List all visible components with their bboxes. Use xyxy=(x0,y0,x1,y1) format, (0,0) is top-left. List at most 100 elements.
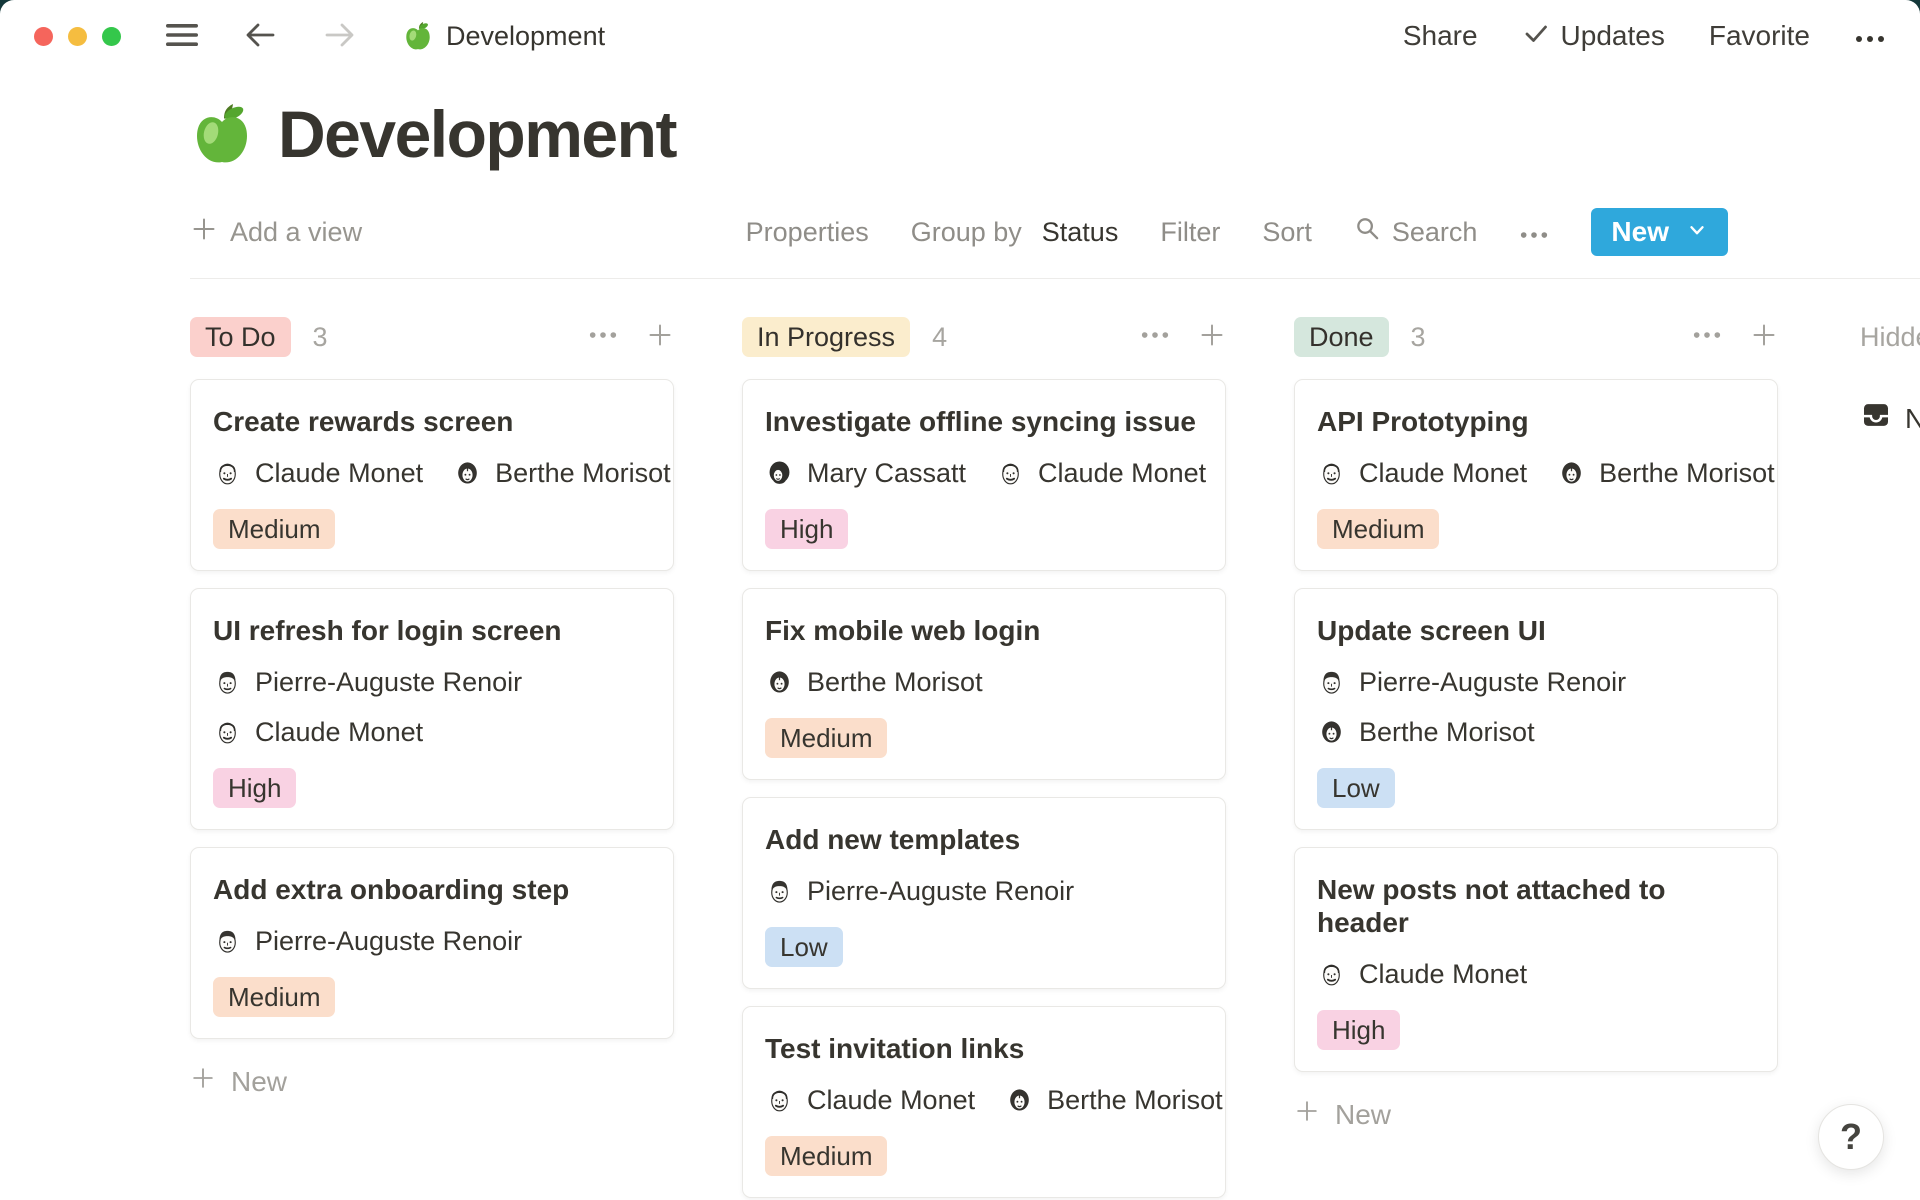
breadcrumb[interactable]: Development xyxy=(403,21,605,52)
column-count: 3 xyxy=(313,322,328,353)
avatar-man-hair-icon xyxy=(213,668,242,697)
add-card-button[interactable]: New xyxy=(1294,1098,1391,1131)
column-add-button[interactable] xyxy=(646,321,674,354)
card-title: Investigate offline syncing issue xyxy=(765,405,1203,438)
page-icon-green-apple-icon[interactable] xyxy=(190,102,254,166)
new-button[interactable]: New xyxy=(1591,208,1728,256)
board-card[interactable]: UI refresh for login screen Pierre-Augus… xyxy=(190,588,674,830)
priority-badge: High xyxy=(765,509,848,549)
assignee: Claude Monet xyxy=(213,458,423,489)
column-actions xyxy=(1692,321,1778,354)
assignee-name: Berthe Morisot xyxy=(1599,458,1775,489)
group-by-value: Status xyxy=(1042,217,1119,248)
avatar-woman-bob-icon xyxy=(1557,459,1586,488)
board-card[interactable]: Update screen UI Pierre-Auguste Renoir B… xyxy=(1294,588,1778,830)
assignee-name: Mary Cassatt xyxy=(807,458,966,489)
assignee: Claude Monet xyxy=(1317,959,1527,990)
assignee-name: Berthe Morisot xyxy=(1047,1085,1223,1116)
hidden-group-item[interactable]: No Status xyxy=(1860,399,1920,438)
view-toolbar: Add a view Properties Group byStatus Fil… xyxy=(190,208,1728,256)
board-card[interactable]: Add extra onboarding step Pierre-Auguste… xyxy=(190,847,674,1039)
column-header: To Do 3 xyxy=(190,317,674,357)
card-title: Update screen UI xyxy=(1317,614,1755,647)
column-cards: API Prototyping Claude Monet Berthe Mori… xyxy=(1294,379,1778,1072)
card-title: API Prototyping xyxy=(1317,405,1755,438)
group-by-button[interactable]: Group byStatus xyxy=(911,217,1119,248)
column-add-button[interactable] xyxy=(1750,321,1778,354)
favorite-button[interactable]: Favorite xyxy=(1709,20,1810,52)
plus-icon xyxy=(1294,1098,1320,1131)
avatar-man-balding-icon xyxy=(1317,960,1346,989)
column-more-button[interactable] xyxy=(1140,328,1170,346)
assignee-name: Claude Monet xyxy=(255,458,423,489)
filter-button[interactable]: Filter xyxy=(1160,217,1220,248)
column-add-button[interactable] xyxy=(1198,321,1226,354)
arrow-right-icon xyxy=(321,17,359,56)
ellipsis-icon xyxy=(1854,20,1886,51)
breadcrumb-title: Development xyxy=(446,21,605,52)
assignee-name: Berthe Morisot xyxy=(1359,717,1535,748)
inbox-icon xyxy=(1860,399,1892,438)
card-assignees: Claude Monet Berthe Morisot xyxy=(213,458,651,489)
assignee-name: Claude Monet xyxy=(255,717,423,748)
board-card[interactable]: Investigate offline syncing issue Mary C… xyxy=(742,379,1226,571)
updates-button[interactable]: Updates xyxy=(1522,19,1665,54)
search-button[interactable]: Search xyxy=(1354,215,1478,249)
board-card[interactable]: New posts not attached to header Claude … xyxy=(1294,847,1778,1072)
zoom-window-button[interactable] xyxy=(102,27,121,46)
card-title: UI refresh for login screen xyxy=(213,614,651,647)
chevron-down-icon xyxy=(1686,216,1708,248)
assignee: Mary Cassatt xyxy=(765,458,966,489)
ellipsis-icon xyxy=(1519,217,1549,248)
assignee-name: Pierre-Auguste Renoir xyxy=(255,667,522,698)
forward-button[interactable] xyxy=(321,17,359,56)
assignee-name: Claude Monet xyxy=(807,1085,975,1116)
assignee: Berthe Morisot xyxy=(1317,717,1755,748)
card-assignees: Pierre-Auguste Renoir xyxy=(213,926,651,957)
minimize-window-button[interactable] xyxy=(68,27,87,46)
question-mark-icon: ? xyxy=(1840,1116,1862,1158)
assignee: Claude Monet xyxy=(996,458,1206,489)
view-more-options-button[interactable] xyxy=(1519,217,1549,248)
more-options-button[interactable] xyxy=(1854,20,1886,52)
column-status-badge[interactable]: Done xyxy=(1294,317,1389,357)
add-view-button[interactable]: Add a view xyxy=(190,215,362,250)
priority-badge: Medium xyxy=(213,977,335,1017)
column-cards: Create rewards screen Claude Monet Berth… xyxy=(190,379,674,1039)
check-icon xyxy=(1522,19,1550,54)
avatar-woman-bob-icon xyxy=(765,668,794,697)
board-column-done: Done 3 API Prototyping Claude Monet Bert… xyxy=(1294,317,1778,1131)
board-card[interactable]: Add new templates Pierre-Auguste Renoir … xyxy=(742,797,1226,989)
back-button[interactable] xyxy=(241,17,279,56)
sort-button[interactable]: Sort xyxy=(1262,217,1312,248)
hidden-columns-label[interactable]: Hidden xyxy=(1860,317,1920,357)
search-icon xyxy=(1354,215,1381,249)
column-status-badge[interactable]: In Progress xyxy=(742,317,910,357)
properties-button[interactable]: Properties xyxy=(746,217,869,248)
board-card[interactable]: Test invitation links Claude Monet Berth… xyxy=(742,1006,1226,1198)
column-status-badge[interactable]: To Do xyxy=(190,317,291,357)
assignee-name: Claude Monet xyxy=(1359,458,1527,489)
card-assignees: Pierre-Auguste Renoir xyxy=(765,876,1203,907)
board-card[interactable]: API Prototyping Claude Monet Berthe Mori… xyxy=(1294,379,1778,571)
card-assignees: Pierre-Auguste Renoir Claude Monet xyxy=(213,667,651,748)
column-more-button[interactable] xyxy=(588,328,618,346)
priority-badge: Medium xyxy=(765,718,887,758)
column-count: 4 xyxy=(932,322,947,353)
sidebar-toggle-button[interactable] xyxy=(163,19,201,54)
priority-badge: Medium xyxy=(213,509,335,549)
assignee-name: Berthe Morisot xyxy=(807,667,983,698)
share-button[interactable]: Share xyxy=(1403,20,1478,52)
card-assignees: Claude Monet Berthe Morisot xyxy=(765,1085,1203,1116)
add-card-button[interactable]: New xyxy=(190,1065,287,1098)
card-title: New posts not attached to header xyxy=(1317,873,1755,939)
board-card[interactable]: Create rewards screen Claude Monet Berth… xyxy=(190,379,674,571)
avatar-woman-bighair-icon xyxy=(765,459,794,488)
close-window-button[interactable] xyxy=(34,27,53,46)
help-button[interactable]: ? xyxy=(1818,1104,1884,1170)
page-title[interactable]: Development xyxy=(278,96,676,172)
assignee: Pierre-Auguste Renoir xyxy=(1317,667,1755,698)
window-titlebar: Development Share Updates Favorite xyxy=(0,0,1920,72)
column-more-button[interactable] xyxy=(1692,328,1722,346)
board-card[interactable]: Fix mobile web login Berthe Morisot Medi… xyxy=(742,588,1226,780)
